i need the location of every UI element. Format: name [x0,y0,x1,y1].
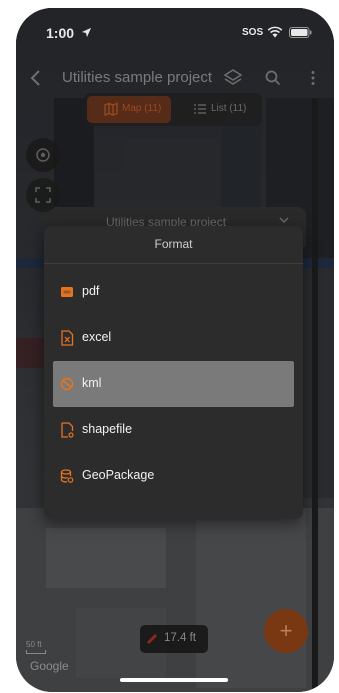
search-icon[interactable] [263,68,283,88]
wifi-icon [267,26,283,38]
ruler-icon [147,634,157,644]
distance-chip[interactable]: 17.4 ft [140,625,208,653]
plus-icon: + [279,618,293,643]
my-location-button[interactable] [26,138,60,172]
target-icon [36,148,50,162]
format-option-kml[interactable]: kml [53,361,294,407]
tab-list[interactable]: List (11) [176,96,260,123]
tab-list-label: List (11) [211,103,247,114]
layers-icon[interactable] [222,67,244,89]
list-icon [194,104,206,114]
expand-icon [35,187,51,203]
excel-file-icon [61,330,74,346]
format-option-label: shapefile [82,422,133,436]
format-dialog: Format pdf excel kml shapefile GeoPackag… [44,226,303,519]
chevron-down-icon[interactable] [277,213,291,227]
tab-map-label: Map (11) [122,103,162,114]
location-arrow-icon [81,27,92,38]
project-title: Utilities sample project [62,69,213,86]
map-scale-bar [26,650,46,654]
geopackage-icon [60,469,74,483]
tab-map[interactable]: Map (11) [87,96,171,123]
format-option-label: excel [82,330,112,344]
app-header: Utilities sample project [16,58,334,98]
map-scale-label: 50 ft [26,640,42,649]
google-attribution: Google [30,659,69,673]
format-option-excel[interactable]: excel [53,315,294,361]
phone-screen: 1:00 SOS Utilities sample project Map (1… [16,8,334,692]
kml-icon [60,377,74,391]
format-option-pdf[interactable]: pdf [53,269,294,315]
divider [44,263,303,264]
status-sos: SOS [242,27,264,38]
format-option-geopackage[interactable]: GeoPackage [53,453,294,499]
battery-icon [289,27,312,38]
more-vertical-icon[interactable] [303,68,323,88]
status-bar: 1:00 SOS [16,8,334,58]
distance-value: 17.4 ft [164,632,196,644]
pdf-file-icon [61,287,73,297]
back-arrow-icon[interactable] [24,66,48,90]
format-option-label: pdf [82,284,100,298]
home-indicator[interactable] [120,678,228,682]
format-dialog-title: Format [154,237,193,251]
format-option-label: kml [82,376,102,390]
fullscreen-button[interactable] [26,178,60,212]
format-option-label: GeoPackage [82,468,155,482]
add-feature-button[interactable]: + [264,609,308,653]
format-option-shapefile[interactable]: shapefile [53,407,294,453]
shapefile-icon [61,422,74,438]
status-time: 1:00 [46,25,75,41]
map-icon [104,102,118,116]
